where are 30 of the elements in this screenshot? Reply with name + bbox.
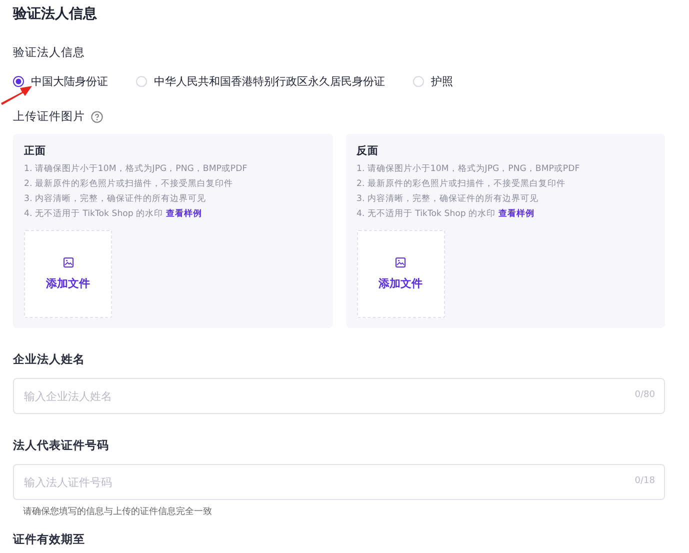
rule-text: 1. 请确保图片小于10M，格式为JPG，PNG，BMP或PDF	[356, 163, 581, 176]
image-icon	[62, 257, 74, 268]
add-file-button[interactable]: 添加文件	[356, 230, 444, 318]
field-label: 证件有效期至	[13, 532, 86, 547]
card-title: 正面	[24, 144, 47, 158]
character-counter: 0/80	[634, 390, 655, 400]
sample-link[interactable]: 查看样例	[166, 209, 202, 219]
card-title: 反面	[356, 144, 380, 158]
image-icon	[395, 257, 406, 268]
rule-text: 4. 无不适用于 TikTok Shop 的水印	[24, 209, 164, 219]
rule-text: 3. 内容清晰，完整，确保证件的所有边界可见	[24, 192, 207, 206]
rule-text: 2. 最新原件的彩色照片或扫描件，不接受黑白复印件	[24, 178, 234, 191]
field-label: 上传证件图片	[13, 109, 85, 124]
field-label: 法人代表证件号码	[13, 438, 110, 453]
field-label: 验证法人信息	[13, 45, 86, 60]
radio-option[interactable]: 中国大陆身份证	[13, 74, 108, 89]
radio-label: 中国大陆身份证	[31, 74, 108, 89]
sample-link[interactable]: 查看样例	[498, 209, 534, 219]
rule-text: 1. 请确保图片小于10M，格式为JPG，PNG，BMP或PDF	[24, 163, 248, 176]
field-label: 企业法人姓名	[13, 352, 86, 367]
help-icon[interactable]	[91, 110, 103, 122]
character-counter: 0/18	[634, 476, 655, 486]
rule-text: 3. 内容清晰，完整，确保证件的所有边界可见	[356, 192, 540, 206]
hint-text: 请确保您填写的信息与上传的证件信息完全一致	[23, 506, 213, 518]
rule-text: 2. 最新原件的彩色照片或扫描件，不接受黑白复印件	[356, 178, 566, 191]
add-file-button[interactable]: 添加文件	[24, 230, 112, 318]
radio-option[interactable]: 护照	[413, 74, 453, 89]
radio-label: 护照	[431, 74, 453, 89]
section-title: 验证法人信息	[13, 5, 98, 23]
rule-text: 4. 无不适用于 TikTok Shop 的水印	[356, 209, 496, 219]
